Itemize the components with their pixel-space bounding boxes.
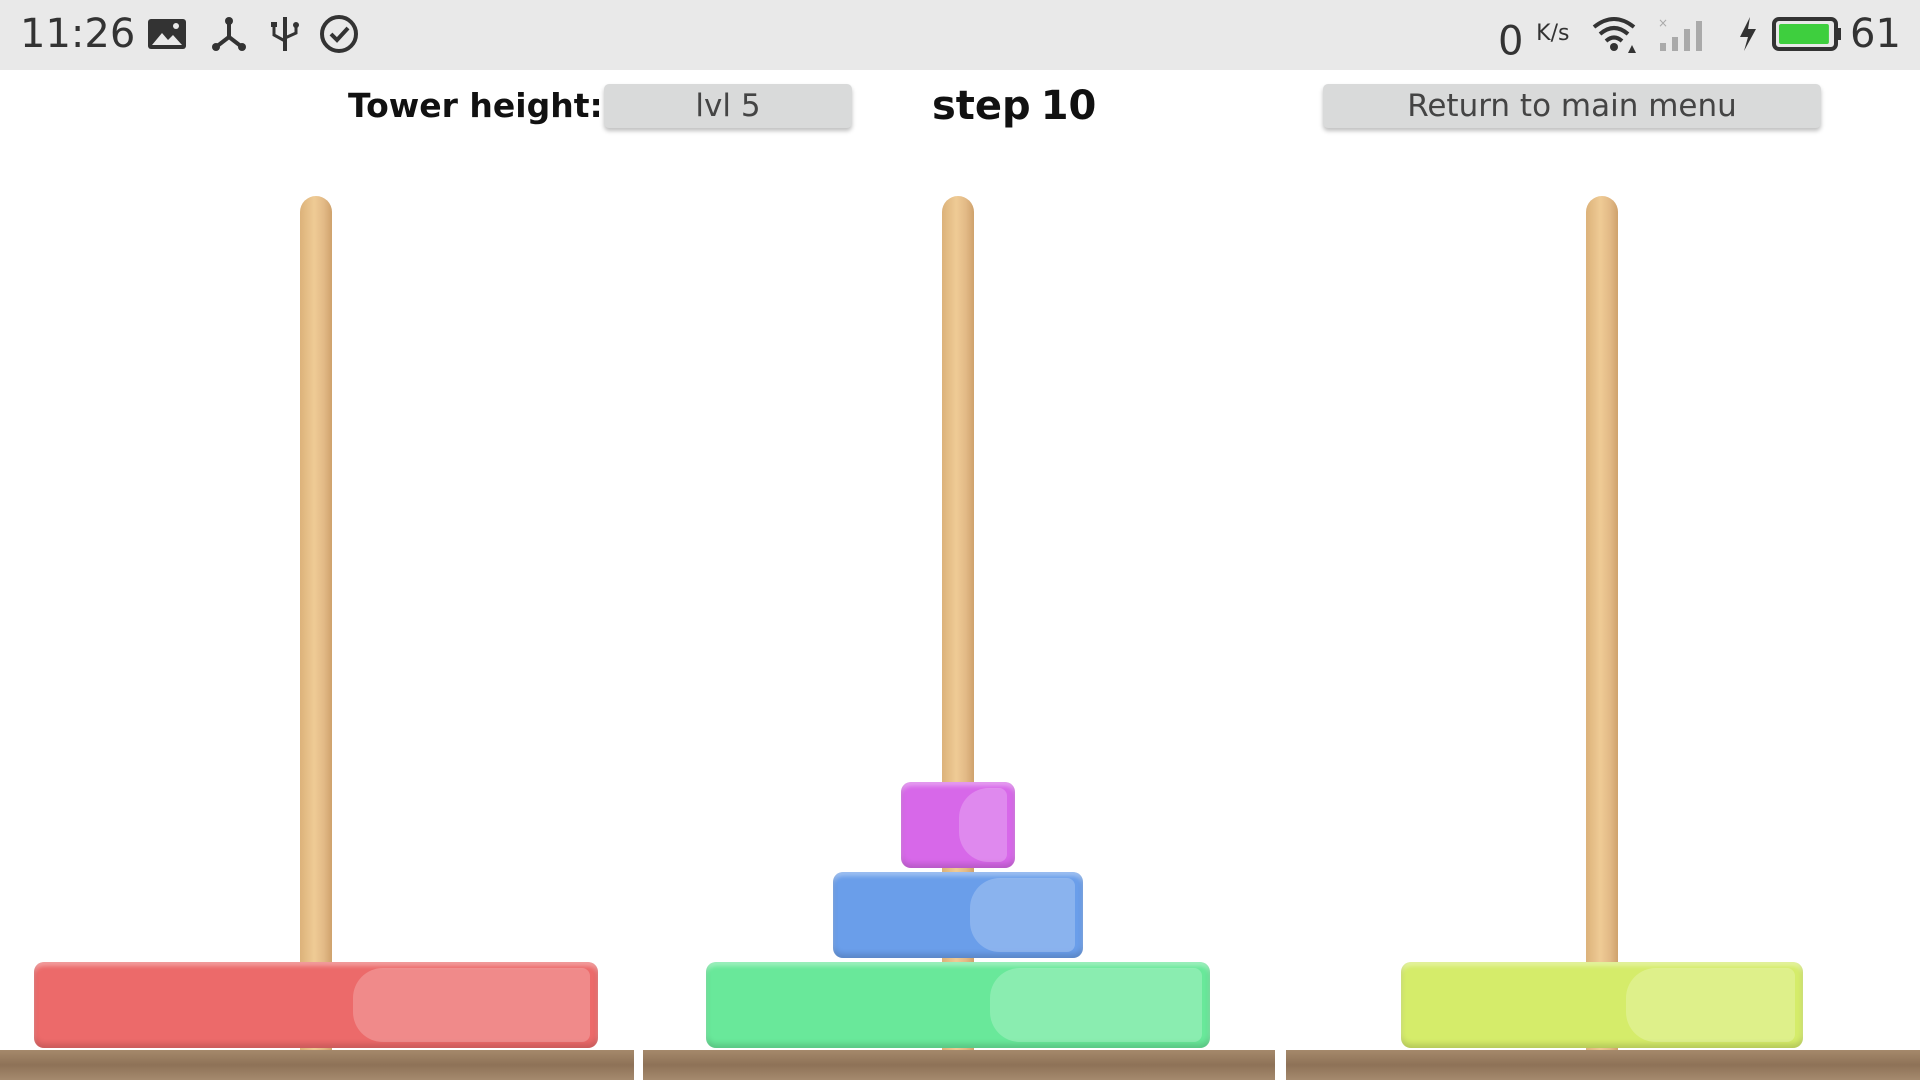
disk-size-4[interactable]	[706, 962, 1210, 1048]
usb-icon	[271, 17, 299, 51]
step-counter: step 10	[932, 80, 1096, 132]
network-speed-value: 0	[1498, 18, 1524, 65]
battery-icon	[1772, 17, 1841, 51]
rod-left[interactable]	[300, 196, 332, 1050]
base-middle	[643, 1050, 1275, 1080]
disk-size-3[interactable]	[1401, 962, 1803, 1048]
network-speed: 0 K/s	[1498, 8, 1569, 67]
cellular-signal-icon: ×	[1658, 16, 1702, 51]
rod-right[interactable]	[1586, 196, 1618, 1050]
image-notification-icon	[148, 19, 186, 49]
status-bar: 11:26 0 K/s × 61	[0, 0, 1920, 70]
charging-icon	[1740, 17, 1756, 51]
return-to-main-menu-button[interactable]: Return to main menu	[1323, 84, 1821, 128]
step-count: 10	[1040, 83, 1097, 129]
svg-text:×: ×	[1658, 16, 1668, 30]
step-label-text: step	[932, 83, 1031, 129]
share-notification-icon	[212, 17, 246, 51]
disk-size-1[interactable]	[901, 782, 1015, 868]
tower-height-label: Tower height:	[348, 86, 603, 125]
disk-size-2[interactable]	[833, 872, 1083, 958]
disk-size-5[interactable]	[34, 962, 598, 1048]
status-time: 11:26	[20, 11, 136, 57]
level-select[interactable]: lvl 5	[604, 84, 852, 128]
battery-percent: 61	[1850, 11, 1901, 57]
wifi-icon	[1592, 17, 1636, 53]
base-left	[0, 1050, 634, 1080]
check-circle-icon	[320, 15, 358, 53]
network-speed-unit: K/s	[1536, 21, 1570, 46]
base-right	[1286, 1050, 1920, 1080]
